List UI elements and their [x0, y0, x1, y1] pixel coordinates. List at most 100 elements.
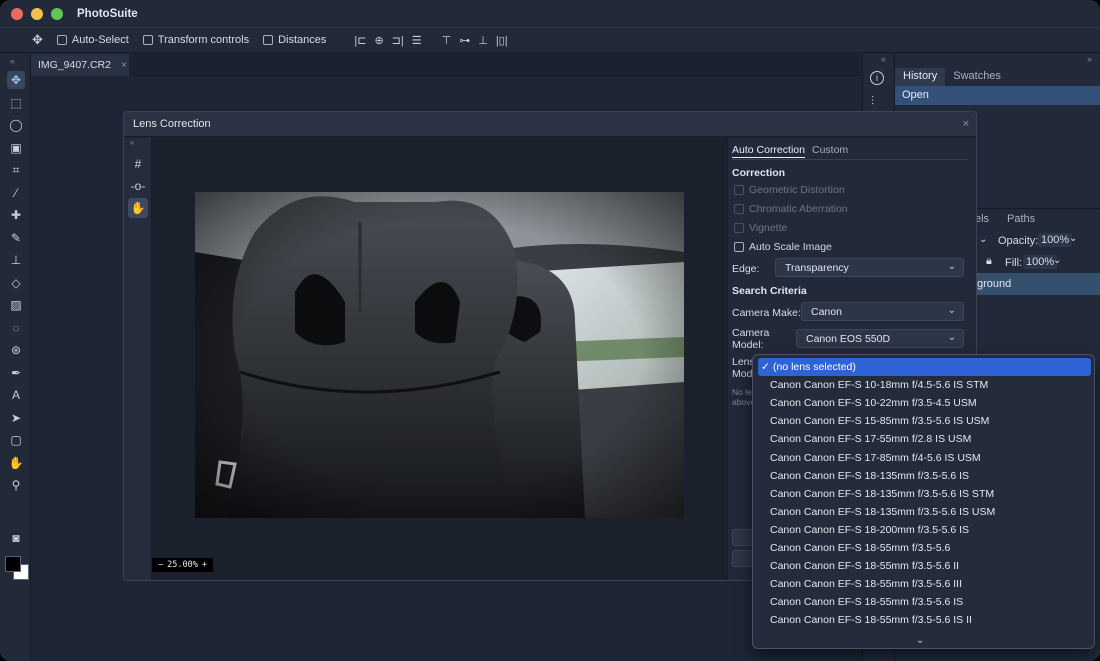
history-item-open[interactable]: Open: [895, 86, 1100, 105]
align-top-icon[interactable]: ⊤: [442, 34, 452, 47]
dropdown-option[interactable]: Canon Canon EF-S 18-135mm f/3.5-5.6 IS S…: [758, 485, 1091, 503]
tab-layers[interactable]: els: [975, 213, 989, 225]
auto-select-checkbox[interactable]: [56, 35, 67, 45]
chromatic-aberration-option[interactable]: Chromatic Aberration: [734, 203, 848, 215]
dropdown-option-label: (no lens selected): [773, 361, 856, 373]
zoom-window-button[interactable]: [51, 7, 63, 20]
path-select-tool-icon[interactable]: ➤: [7, 409, 25, 427]
minimize-window-button[interactable]: [31, 7, 43, 20]
dropdown-option[interactable]: Canon Canon EF-S 18-55mm f/3.5-5.6 IS II: [758, 611, 1091, 629]
dropdown-option[interactable]: Canon Canon EF-S 18-200mm f/3.5-5.6 IS: [758, 521, 1091, 539]
collapse-panels-button[interactable]: «: [881, 54, 886, 64]
move-arrows-icon[interactable]: ✥: [32, 32, 43, 48]
dropdown-option-label: Canon Canon EF-S 18-135mm f/3.5-5.6 IS: [770, 469, 970, 482]
transform-controls-option[interactable]: Transform controls: [142, 34, 249, 46]
distances-checkbox[interactable]: [263, 35, 274, 45]
dropdown-option[interactable]: Canon Canon EF-S 18-55mm f/3.5-5.6: [758, 539, 1091, 557]
chromatic-aberration-checkbox[interactable]: [734, 204, 744, 214]
shape-tool-icon[interactable]: ▢: [7, 431, 25, 449]
blend-mode-chevron-icon[interactable]: ⌄: [979, 234, 987, 245]
camera-make-select[interactable]: Canon ⌄: [801, 302, 964, 321]
zoom-out-button[interactable]: −: [158, 560, 163, 570]
eyedropper-tool-icon[interactable]: ⁄: [7, 184, 25, 202]
camera-model-label-line1: Camera: [732, 327, 770, 339]
type-tool-icon[interactable]: A: [7, 386, 25, 404]
tab-swatches[interactable]: Swatches: [945, 68, 1009, 86]
brush-tool-icon[interactable]: ✎: [7, 229, 25, 247]
quick-select-tool-icon[interactable]: ▣: [7, 139, 25, 157]
lens-preview[interactable]: − 25.00% +: [152, 138, 727, 580]
adjustments-icon[interactable]: ⫶: [871, 94, 874, 109]
expand-panels-button[interactable]: »: [1087, 54, 1092, 64]
zoom-level[interactable]: 25.00%: [167, 560, 198, 570]
vignette-option[interactable]: Vignette: [734, 222, 787, 234]
dropdown-option-selected[interactable]: ✓ (no lens selected): [758, 358, 1091, 376]
vignette-checkbox[interactable]: [734, 223, 744, 233]
eraser-tool-icon[interactable]: ◇: [7, 274, 25, 292]
hand-tool-icon[interactable]: ✋: [7, 454, 25, 472]
tab-paths[interactable]: Paths: [1007, 213, 1035, 225]
marquee-tool-icon[interactable]: ⬚: [7, 94, 25, 112]
align-center-h-icon[interactable]: ⊕: [374, 34, 383, 47]
collapse-dialog-tools-button[interactable]: «: [130, 138, 134, 147]
dialog-close-icon[interactable]: ×: [963, 118, 969, 130]
tab-history[interactable]: History: [895, 68, 946, 86]
dropdown-option[interactable]: Canon Canon EF-S 10-18mm f/4.5-5.6 IS ST…: [758, 376, 1091, 394]
distances-option[interactable]: Distances: [263, 34, 326, 46]
crop-tool-icon[interactable]: ⌗: [7, 161, 25, 179]
align-right-icon[interactable]: ⊐|: [392, 34, 404, 47]
dropdown-option[interactable]: Canon Canon EF-S 18-135mm f/3.5-5.6 IS: [758, 467, 1091, 485]
lock-icon[interactable]: 🔒︎: [986, 255, 992, 268]
dropdown-option[interactable]: Canon Canon EF-S 15-85mm f/3.5-5.6 IS US…: [758, 412, 1091, 430]
distribute-v-icon[interactable]: ☰: [412, 34, 422, 47]
zoom-tool-icon[interactable]: ⚲: [7, 476, 25, 494]
transform-controls-checkbox[interactable]: [142, 35, 153, 45]
dropdown-option[interactable]: Canon Canon EF-S 18-55mm f/3.5-5.6 IS: [758, 593, 1091, 611]
tab-custom[interactable]: Custom: [812, 144, 848, 156]
geometric-distortion-option[interactable]: Geometric Distortion: [734, 184, 845, 196]
lasso-tool-icon[interactable]: ◯: [7, 116, 25, 134]
scroll-down-chevron-icon[interactable]: ⌄: [916, 635, 924, 646]
blur-tool-icon[interactable]: ◌: [7, 319, 25, 337]
auto-scale-checkbox[interactable]: [734, 242, 744, 252]
dropdown-option[interactable]: Canon Canon EF-S 17-55mm f/2.8 IS USM: [758, 430, 1091, 448]
close-window-button[interactable]: [11, 7, 23, 20]
distribute-h-icon[interactable]: |▯|: [496, 34, 508, 47]
quick-mask-icon[interactable]: ◙: [7, 529, 25, 547]
document-tab[interactable]: IMG_9407.CR2 ×: [31, 54, 129, 76]
stamp-tool-icon[interactable]: ⊥: [7, 251, 25, 269]
info-icon[interactable]: i: [870, 71, 884, 85]
dropdown-option[interactable]: Canon Canon EF-S 18-55mm f/3.5-5.6 III: [758, 575, 1091, 593]
grid-tool-icon[interactable]: #: [128, 154, 148, 174]
foreground-color-swatch[interactable]: [5, 556, 21, 572]
zoom-in-button[interactable]: +: [202, 560, 207, 570]
edge-select[interactable]: Transparency ⌄: [775, 258, 964, 277]
fill-chevron-icon[interactable]: ⌄: [1053, 255, 1061, 266]
healing-tool-icon[interactable]: ✚: [7, 206, 25, 224]
align-bottom-icon[interactable]: ⊥: [478, 34, 488, 47]
gradient-tool-icon[interactable]: ▨: [7, 296, 25, 314]
dropdown-option[interactable]: Canon Canon EF-S 18-55mm f/3.5-5.6 II: [758, 557, 1091, 575]
car-seat-photo-illustration: [195, 192, 684, 518]
opacity-chevron-icon[interactable]: ⌄: [1069, 233, 1077, 244]
auto-select-option[interactable]: Auto-Select: [56, 34, 129, 46]
dodge-tool-icon[interactable]: ⊛: [7, 341, 25, 359]
opacity-field[interactable]: 100%: [1038, 233, 1073, 247]
dropdown-option[interactable]: Canon Canon EF-S 10-22mm f/3.5-4.5 USM: [758, 394, 1091, 412]
tab-auto-correction[interactable]: Auto Correction: [732, 144, 805, 158]
auto-select-label: Auto-Select: [71, 34, 129, 46]
align-left-icon[interactable]: |⊏: [354, 34, 366, 47]
camera-model-select[interactable]: Canon EOS 550D ⌄: [796, 329, 964, 348]
geometric-distortion-checkbox[interactable]: [734, 185, 744, 195]
pen-tool-icon[interactable]: ✒: [7, 364, 25, 382]
close-icon[interactable]: ×: [121, 60, 127, 71]
collapse-toolbar-button[interactable]: «: [10, 56, 15, 66]
dropdown-option[interactable]: Canon Canon EF-S 18-135mm f/3.5-5.6 IS U…: [758, 503, 1091, 521]
straighten-tool-icon[interactable]: -o-: [128, 176, 148, 196]
dropdown-option[interactable]: Canon Canon EF-S 17-85mm f/4-5.6 IS USM: [758, 449, 1091, 467]
align-middle-icon[interactable]: ⊶: [459, 34, 470, 47]
lens-model-dropdown[interactable]: ⌄ ✓ (no lens selected) Canon Canon EF-S 10…: [752, 354, 1095, 649]
auto-scale-option[interactable]: Auto Scale Image: [734, 241, 832, 253]
move-tool-icon[interactable]: ✥: [7, 71, 25, 89]
hand-tool-icon[interactable]: ✋: [128, 198, 148, 218]
